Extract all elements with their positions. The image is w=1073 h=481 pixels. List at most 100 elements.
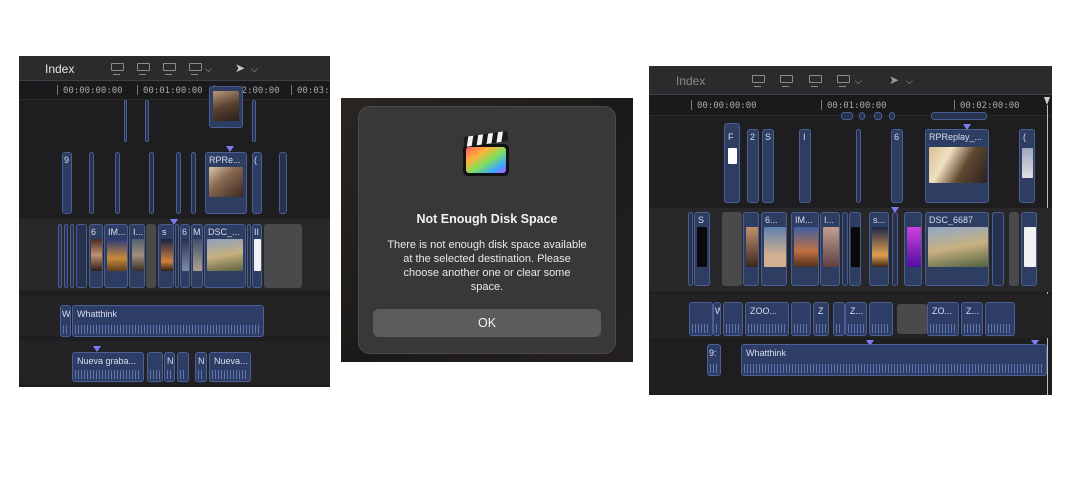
connected-clip[interactable]: [874, 112, 882, 120]
playhead[interactable]: [1044, 97, 1050, 105]
primary-clip[interactable]: I...: [820, 212, 840, 286]
connected-clip[interactable]: [176, 152, 181, 214]
primary-clip[interactable]: [842, 212, 848, 286]
audio-clip[interactable]: Z...: [845, 302, 867, 336]
overwrite-clip-icon[interactable]: [835, 74, 851, 87]
primary-clip[interactable]: [849, 212, 861, 286]
connected-clip[interactable]: [859, 112, 865, 120]
primary-clip[interactable]: [64, 224, 68, 288]
audio-clip[interactable]: Whatthink: [741, 344, 1047, 376]
select-tool-icon[interactable]: ➤: [235, 61, 245, 75]
connect-clip-icon[interactable]: [750, 74, 766, 87]
primary-clip[interactable]: DSC_6687: [925, 212, 989, 286]
gap-clip[interactable]: [1009, 212, 1019, 286]
primary-clip[interactable]: [76, 224, 87, 288]
audio-clip[interactable]: Nueva graba...: [72, 352, 144, 382]
audio-clip[interactable]: [177, 352, 189, 382]
gap-clip[interactable]: [264, 224, 302, 288]
primary-clip[interactable]: 6: [180, 224, 190, 288]
index-tab[interactable]: Index: [676, 74, 705, 88]
ok-button[interactable]: OK: [373, 309, 601, 337]
connected-clip[interactable]: S: [762, 129, 774, 203]
primary-clip[interactable]: S: [694, 212, 710, 286]
audio-clip[interactable]: ZOO...: [745, 302, 789, 336]
connected-clip[interactable]: [191, 152, 196, 214]
primary-clip[interactable]: IM...: [791, 212, 819, 286]
audio-clip[interactable]: Z...: [961, 302, 983, 336]
primary-clip[interactable]: I...: [129, 224, 145, 288]
chevron-down-icon[interactable]: ⌵: [251, 64, 258, 75]
audio-clip[interactable]: ZO...: [927, 302, 959, 336]
primary-clip[interactable]: IM...: [104, 224, 128, 288]
primary-clip[interactable]: M: [191, 224, 203, 288]
connected-clip[interactable]: [889, 112, 895, 120]
audio-clip[interactable]: [869, 302, 893, 336]
audio-clip[interactable]: Whatthink: [72, 305, 264, 337]
append-clip-icon[interactable]: [807, 74, 823, 87]
chevron-down-icon[interactable]: ⌵: [205, 64, 212, 75]
chevron-down-icon[interactable]: ⌵: [906, 76, 913, 87]
select-tool-icon[interactable]: ➤: [889, 73, 899, 87]
insert-clip-icon[interactable]: [135, 62, 151, 75]
connected-clip[interactable]: (: [1019, 129, 1035, 203]
primary-clip[interactable]: [688, 212, 693, 286]
audio-clip[interactable]: [723, 302, 743, 336]
audio-clip[interactable]: W: [60, 305, 71, 337]
gap-clip[interactable]: [722, 212, 742, 286]
connected-clip[interactable]: [124, 100, 127, 142]
audio-clip[interactable]: N: [195, 352, 207, 382]
connected-clip[interactable]: [856, 129, 861, 203]
primary-clip[interactable]: II: [252, 224, 262, 288]
chevron-down-icon[interactable]: ⌵: [855, 76, 862, 87]
connected-clip[interactable]: RPRe...: [205, 152, 247, 214]
connect-clip-icon[interactable]: [109, 62, 125, 75]
connected-clip[interactable]: [145, 100, 149, 142]
overwrite-clip-icon[interactable]: [187, 62, 203, 75]
audio-clip[interactable]: [147, 352, 163, 382]
primary-clip[interactable]: [992, 212, 1004, 286]
audio-clip[interactable]: 9:: [707, 344, 721, 376]
connected-clip[interactable]: [931, 112, 987, 120]
primary-clip[interactable]: [70, 224, 74, 288]
primary-clip[interactable]: [247, 224, 251, 288]
audio-clip[interactable]: [833, 302, 845, 336]
connected-clip[interactable]: 9: [62, 152, 72, 214]
primary-clip[interactable]: [1021, 212, 1037, 286]
audio-clip[interactable]: [791, 302, 811, 336]
gap-clip[interactable]: [897, 304, 927, 334]
audio-clip[interactable]: N: [164, 352, 175, 382]
primary-clip[interactable]: s...: [869, 212, 889, 286]
audio-clip[interactable]: Nueva...: [209, 352, 251, 382]
connected-clip[interactable]: [115, 152, 120, 214]
primary-clip[interactable]: [904, 212, 922, 286]
timeline-ruler[interactable]: 00:00:00:00 00:01:00:00 00:02:00:00 00:0…: [19, 81, 330, 100]
connected-clip[interactable]: [279, 152, 287, 214]
primary-clip[interactable]: [175, 224, 179, 288]
connected-clip[interactable]: [252, 100, 256, 142]
connected-clip[interactable]: I: [799, 129, 811, 203]
connected-clip[interactable]: RPReplay_...: [925, 129, 989, 203]
primary-clip[interactable]: s: [158, 224, 174, 288]
primary-clip[interactable]: DSC_...: [204, 224, 246, 288]
audio-clip[interactable]: [689, 302, 713, 336]
primary-clip[interactable]: [743, 212, 759, 286]
connected-clip[interactable]: (: [252, 152, 262, 214]
primary-clip[interactable]: [892, 212, 898, 286]
primary-clip[interactable]: [58, 224, 62, 288]
connected-clip[interactable]: [89, 152, 94, 214]
insert-clip-icon[interactable]: [778, 74, 794, 87]
append-clip-icon[interactable]: [161, 62, 177, 75]
index-tab[interactable]: Index: [45, 62, 74, 76]
primary-clip[interactable]: 6: [89, 224, 103, 288]
audio-clip[interactable]: W: [713, 302, 721, 336]
gap-clip[interactable]: [146, 224, 156, 288]
audio-clip[interactable]: [985, 302, 1015, 336]
connected-clip[interactable]: [149, 152, 154, 214]
connected-clip[interactable]: [841, 112, 853, 120]
audio-clip[interactable]: Z: [813, 302, 829, 336]
connected-clip[interactable]: 2: [747, 129, 759, 203]
connected-clip[interactable]: F: [724, 123, 740, 203]
primary-clip[interactable]: 6...: [761, 212, 787, 286]
connected-clip[interactable]: 6: [891, 129, 903, 203]
connected-clip[interactable]: [209, 86, 243, 128]
